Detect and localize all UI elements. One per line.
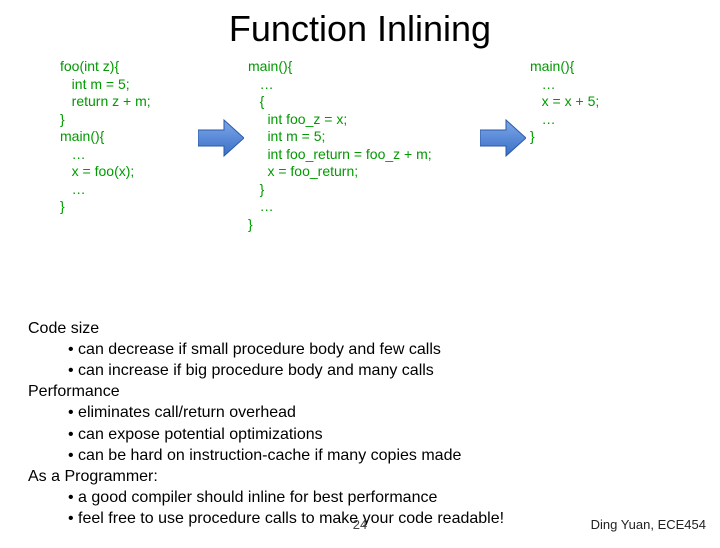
- notes-bullet: • eliminates call/return overhead: [28, 402, 504, 423]
- notes-bullet: • can be hard on instruction-cache if ma…: [28, 445, 504, 466]
- arrow-icon: [480, 118, 526, 158]
- arrow-icon: [198, 118, 244, 158]
- notes-block: Code size • can decrease if small proced…: [28, 318, 504, 529]
- code-stage: foo(int z){ int m = 5; return z + m; } m…: [0, 58, 720, 288]
- footer-credit: Ding Yuan, ECE454: [591, 517, 706, 532]
- code-original: foo(int z){ int m = 5; return z + m; } m…: [60, 58, 151, 216]
- notes-bullet: • can increase if big procedure body and…: [28, 360, 504, 381]
- notes-heading: Performance: [28, 381, 504, 402]
- notes-heading: Code size: [28, 318, 504, 339]
- slide-title: Function Inlining: [0, 8, 720, 50]
- code-inlined: main(){ … { int foo_z = x; int m = 5; in…: [248, 58, 432, 233]
- notes-bullet: • can decrease if small procedure body a…: [28, 339, 504, 360]
- notes-bullet: • a good compiler should inline for best…: [28, 487, 504, 508]
- notes-bullet: • can expose potential optimizations: [28, 424, 504, 445]
- notes-heading: As a Programmer:: [28, 466, 504, 487]
- code-simplified: main(){ … x = x + 5; … }: [530, 58, 599, 146]
